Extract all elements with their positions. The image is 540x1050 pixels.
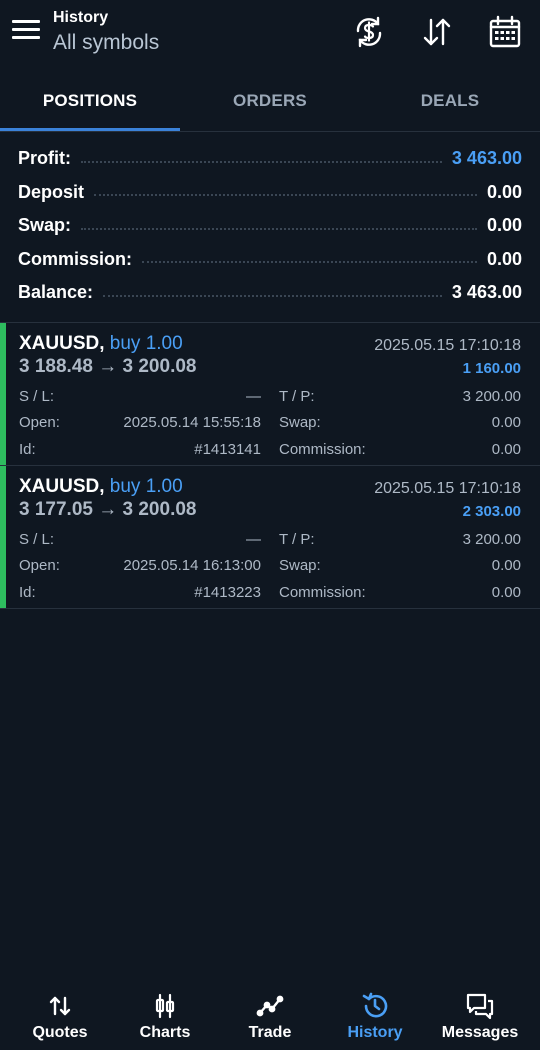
commission-label: Commission: bbox=[279, 441, 366, 458]
nav-label: Messages bbox=[441, 1024, 519, 1041]
nav-quotes[interactable]: Quotes bbox=[6, 980, 114, 1050]
nav-label: Trade bbox=[248, 1024, 292, 1041]
bottom-navigation: Quotes Charts Trade History Messages bbox=[0, 980, 540, 1050]
summary-row-profit: Profit: 3 463.00 bbox=[0, 142, 540, 176]
swap-value: 0.00 bbox=[491, 414, 521, 431]
nav-messages[interactable]: Messages bbox=[426, 980, 534, 1050]
profit-label: Profit: bbox=[18, 148, 71, 169]
position-detail-row: Id: #1413223 Commission: 0.00 bbox=[19, 584, 521, 604]
nav-label: History bbox=[347, 1024, 403, 1041]
position-row[interactable]: XAUUSD, buy 1.00 3 177.05 → 3 200.08 202… bbox=[0, 466, 540, 609]
position-detail-row: S / L: — T / P: 3 200.00 bbox=[19, 531, 521, 551]
quotes-icon bbox=[46, 992, 74, 1020]
charts-icon bbox=[151, 992, 179, 1020]
symbol-name: XAUUSD, bbox=[19, 333, 105, 354]
summary-row-swap: Swap: 0.00 bbox=[0, 209, 540, 243]
dotted-leader bbox=[142, 261, 477, 264]
deposit-label: Deposit bbox=[18, 181, 85, 202]
commission-label: Commission: bbox=[279, 584, 366, 601]
swap-value: 0.00 bbox=[486, 215, 522, 236]
balance-value: 3 463.00 bbox=[451, 282, 522, 303]
sl-value: — bbox=[246, 388, 261, 405]
symbol-name: XAUUSD, bbox=[19, 476, 105, 497]
nav-trade[interactable]: Trade bbox=[216, 980, 324, 1050]
title-block[interactable]: History All symbols bbox=[53, 8, 159, 58]
swap-label: Swap: bbox=[279, 414, 321, 431]
active-tab-indicator bbox=[0, 128, 180, 131]
position-prices: 3 177.05 → 3 200.08 bbox=[19, 499, 197, 520]
balance-label: Balance: bbox=[18, 282, 94, 303]
positions-list: XAUUSD, buy 1.00 3 188.48 → 3 200.08 202… bbox=[0, 322, 540, 609]
id-value: #1413223 bbox=[194, 584, 261, 601]
tp-label: T / P: bbox=[279, 388, 315, 405]
position-time: 2025.05.15 17:10:18 bbox=[374, 480, 521, 497]
commission-value: 0.00 bbox=[491, 584, 521, 601]
history-icon bbox=[361, 992, 389, 1020]
buy-indicator-bar bbox=[0, 466, 6, 608]
profit-value: 3 463.00 bbox=[451, 148, 522, 169]
sl-label: S / L: bbox=[19, 531, 55, 548]
position-detail-row: Open: 2025.05.14 16:13:00 Swap: 0.00 bbox=[19, 557, 521, 577]
commission-value: 0.00 bbox=[486, 248, 522, 269]
page-title: History bbox=[53, 9, 109, 26]
dotted-leader bbox=[94, 194, 477, 197]
calendar-icon[interactable] bbox=[488, 14, 522, 50]
position-prices: 3 188.48 → 3 200.08 bbox=[19, 356, 197, 377]
tab-positions[interactable]: POSITIONS bbox=[0, 66, 180, 132]
position-side: buy 1.00 bbox=[109, 476, 183, 497]
open-value: 2025.05.14 16:13:00 bbox=[123, 557, 261, 574]
id-label: Id: bbox=[19, 441, 36, 458]
deposit-value: 0.00 bbox=[486, 181, 522, 202]
swap-value: 0.00 bbox=[491, 557, 521, 574]
position-time: 2025.05.15 17:10:18 bbox=[374, 337, 521, 354]
id-value: #1413141 bbox=[194, 441, 261, 458]
position-profit: 2 303.00 bbox=[462, 503, 521, 520]
open-value: 2025.05.14 15:55:18 bbox=[123, 414, 261, 431]
account-summary: Profit: 3 463.00 Deposit 0.00 Swap: 0.00… bbox=[0, 142, 540, 310]
messages-icon bbox=[466, 992, 494, 1020]
id-label: Id: bbox=[19, 584, 36, 601]
position-profit: 1 160.00 bbox=[462, 360, 521, 377]
position-side: buy 1.00 bbox=[109, 333, 183, 354]
nav-charts[interactable]: Charts bbox=[111, 980, 219, 1050]
menu-icon[interactable] bbox=[12, 20, 40, 44]
summary-row-commission: Commission: 0.00 bbox=[0, 243, 540, 277]
summary-row-deposit: Deposit 0.00 bbox=[0, 176, 540, 210]
tp-value: 3 200.00 bbox=[462, 531, 521, 548]
app-header: History All symbols bbox=[0, 0, 540, 66]
symbol-filter: All symbols bbox=[53, 31, 160, 54]
tp-value: 3 200.00 bbox=[462, 388, 521, 405]
dotted-leader bbox=[81, 160, 442, 163]
open-label: Open: bbox=[19, 414, 60, 431]
nav-label: Charts bbox=[139, 1024, 191, 1041]
open-label: Open: bbox=[19, 557, 60, 574]
tab-orders[interactable]: ORDERS bbox=[180, 66, 360, 132]
buy-indicator-bar bbox=[0, 323, 6, 465]
trade-icon bbox=[256, 992, 284, 1020]
sl-label: S / L: bbox=[19, 388, 55, 405]
sl-value: — bbox=[246, 531, 261, 548]
position-symbol: XAUUSD, buy 1.00 bbox=[19, 333, 183, 355]
nav-label: Quotes bbox=[32, 1024, 88, 1041]
position-detail-row: S / L: — T / P: 3 200.00 bbox=[19, 388, 521, 408]
nav-history[interactable]: History bbox=[321, 980, 429, 1050]
history-tabs: POSITIONS ORDERS DEALS bbox=[0, 66, 540, 132]
position-detail-row: Id: #1413141 Commission: 0.00 bbox=[19, 441, 521, 461]
swap-label: Swap: bbox=[18, 215, 72, 236]
currency-sync-icon[interactable] bbox=[352, 14, 386, 50]
tp-label: T / P: bbox=[279, 531, 315, 548]
commission-value: 0.00 bbox=[491, 441, 521, 458]
sort-arrows-icon[interactable] bbox=[420, 14, 454, 50]
position-detail-row: Open: 2025.05.14 15:55:18 Swap: 0.00 bbox=[19, 414, 521, 434]
dotted-leader bbox=[103, 294, 442, 297]
position-symbol: XAUUSD, buy 1.00 bbox=[19, 476, 183, 498]
swap-label: Swap: bbox=[279, 557, 321, 574]
position-row[interactable]: XAUUSD, buy 1.00 3 188.48 → 3 200.08 202… bbox=[0, 323, 540, 466]
tab-deals[interactable]: DEALS bbox=[360, 66, 540, 132]
summary-row-balance: Balance: 3 463.00 bbox=[0, 276, 540, 310]
dotted-leader bbox=[81, 227, 477, 230]
commission-label: Commission: bbox=[18, 248, 133, 269]
